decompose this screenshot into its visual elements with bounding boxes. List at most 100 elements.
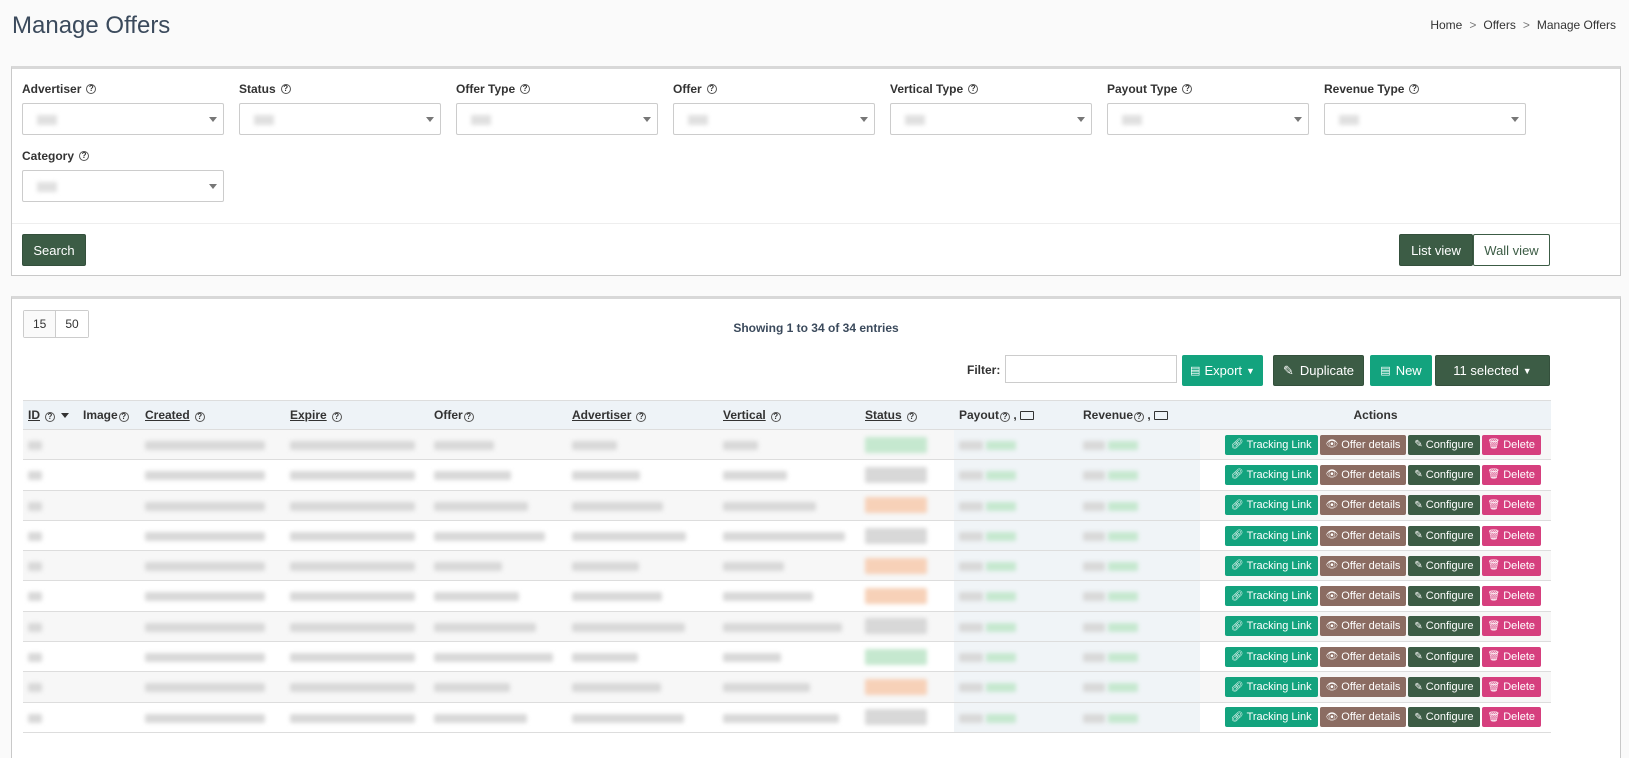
configure-button[interactable]: ✎ Configure [1408, 495, 1480, 516]
col-vertical[interactable]: Vertical? [718, 400, 860, 430]
table-row[interactable]: 🔗︎ Tracking Link 👁︎ Offer details ✎ Configure… [23, 611, 1551, 643]
delete-button[interactable]: 🗑︎ Delete [1481, 586, 1541, 607]
vertical-type-select[interactable] [890, 103, 1092, 135]
new-button[interactable]: ▤ New [1370, 355, 1432, 386]
tracking-link-button[interactable]: 🔗︎ Tracking Link [1224, 677, 1318, 698]
col-payout: Payout? , [954, 400, 1078, 430]
filter-input[interactable] [1005, 355, 1177, 383]
table-row[interactable]: 🔗︎ Tracking Link 👁︎ Offer details ✎ Configure… [23, 520, 1551, 552]
delete-button[interactable]: 🗑︎ Delete [1481, 646, 1541, 667]
help-icon[interactable]: ? [706, 84, 717, 94]
payout-type-select[interactable] [1107, 103, 1309, 135]
col-advertiser[interactable]: Advertiser? [567, 400, 718, 430]
help-icon[interactable]: ? [280, 84, 291, 94]
duplicate-button[interactable]: ✎ Duplicate [1273, 355, 1364, 386]
table-row[interactable]: 🔗︎ Tracking Link 👁︎ Offer details ✎ Configure… [23, 641, 1551, 673]
table-row[interactable]: 🔗︎ Tracking Link 👁︎ Offer details ✎ Configure… [23, 429, 1551, 461]
table-row[interactable]: 🔗︎ Tracking Link 👁︎ Offer details ✎ Configure… [23, 580, 1551, 612]
offer-details-button[interactable]: 👁︎ Offer details [1319, 464, 1407, 485]
delete-button[interactable]: 🗑︎ Delete [1481, 434, 1541, 455]
configure-button[interactable]: ✎ Configure [1408, 525, 1480, 546]
tracking-link-button[interactable]: 🔗︎ Tracking Link [1224, 495, 1318, 516]
breadcrumb-home[interactable]: Home [1430, 18, 1462, 32]
delete-button[interactable]: 🗑︎ Delete [1481, 555, 1541, 576]
help-icon[interactable]: ? [770, 412, 781, 422]
configure-button[interactable]: ✎ Configure [1408, 434, 1480, 455]
col-expire[interactable]: Expire? [285, 400, 429, 430]
tracking-link-button[interactable]: 🔗︎ Tracking Link [1224, 555, 1318, 576]
col-id[interactable]: ID? [23, 400, 78, 430]
search-button[interactable]: Search [22, 234, 86, 266]
help-icon[interactable]: ? [520, 84, 531, 94]
configure-button[interactable]: ✎ Configure [1408, 586, 1480, 607]
category-select[interactable] [22, 170, 224, 202]
offer-details-button[interactable]: 👁︎ Offer details [1319, 495, 1407, 516]
tracking-link-button[interactable]: 🔗︎ Tracking Link [1224, 616, 1318, 637]
configure-button[interactable]: ✎ Configure [1408, 707, 1480, 728]
status-select[interactable] [239, 103, 441, 135]
table-row[interactable]: 🔗︎ Tracking Link 👁︎ Offer details ✎ Configure… [23, 702, 1551, 733]
col-created[interactable]: Created? [140, 400, 285, 430]
filter-revenue-type: Revenue Type? [1324, 80, 1526, 135]
tracking-link-button[interactable]: 🔗︎ Tracking Link [1224, 586, 1318, 607]
tracking-link-button[interactable]: 🔗︎ Tracking Link [1224, 646, 1318, 667]
offer-details-button[interactable]: 👁︎ Offer details [1319, 646, 1407, 667]
col-status[interactable]: Status? [860, 400, 954, 430]
offer-type-select[interactable] [456, 103, 658, 135]
help-icon[interactable]: ? [1000, 412, 1011, 422]
caret-down-icon [1294, 117, 1302, 122]
selected-dropdown[interactable]: 11 selected ▼ [1435, 355, 1550, 386]
offer-details-button[interactable]: 👁︎ Offer details [1319, 616, 1407, 637]
list-view-button[interactable]: List view [1399, 234, 1473, 266]
configure-button[interactable]: ✎ Configure [1408, 555, 1480, 576]
edit-icon: ✎ [1414, 499, 1423, 511]
configure-button[interactable]: ✎ Configure [1408, 616, 1480, 637]
tracking-link-button[interactable]: 🔗︎ Tracking Link [1224, 464, 1318, 485]
help-icon[interactable]: ? [331, 412, 342, 422]
table-row[interactable]: 🔗︎ Tracking Link 👁︎ Offer details ✎ Configure… [23, 550, 1551, 582]
tracking-link-button[interactable]: 🔗︎ Tracking Link [1224, 707, 1318, 728]
filter-payout-type: Payout Type? [1107, 80, 1309, 135]
offer-select[interactable] [673, 103, 875, 135]
configure-button[interactable]: ✎ Configure [1408, 646, 1480, 667]
delete-button[interactable]: 🗑︎ Delete [1481, 616, 1541, 637]
help-icon[interactable]: ? [86, 84, 97, 94]
table-row[interactable]: 🔗︎ Tracking Link 👁︎ Offer details ✎ Configure… [23, 459, 1551, 491]
delete-button[interactable]: 🗑︎ Delete [1481, 464, 1541, 485]
table-row[interactable]: 🔗︎ Tracking Link 👁︎ Offer details ✎ Configure… [23, 671, 1551, 703]
help-icon[interactable]: ? [906, 412, 917, 422]
offer-details-button[interactable]: 👁︎ Offer details [1319, 555, 1407, 576]
offer-details-button[interactable]: 👁︎ Offer details [1319, 525, 1407, 546]
tracking-link-button[interactable]: 🔗︎ Tracking Link [1224, 434, 1318, 455]
breadcrumb-offers[interactable]: Offers [1483, 18, 1515, 32]
help-icon[interactable]: ? [968, 84, 979, 94]
delete-button[interactable]: 🗑︎ Delete [1481, 677, 1541, 698]
tracking-link-button[interactable]: 🔗︎ Tracking Link [1224, 525, 1318, 546]
delete-button[interactable]: 🗑︎ Delete [1481, 525, 1541, 546]
offer-details-button[interactable]: 👁︎ Offer details [1319, 434, 1407, 455]
help-icon[interactable]: ? [1134, 412, 1145, 422]
configure-button[interactable]: ✎ Configure [1408, 464, 1480, 485]
configure-button[interactable]: ✎ Configure [1408, 677, 1480, 698]
caret-down-icon [860, 117, 868, 122]
advertiser-select[interactable] [22, 103, 224, 135]
delete-button[interactable]: 🗑︎ Delete [1481, 495, 1541, 516]
help-icon[interactable]: ? [636, 412, 647, 422]
offer-details-button[interactable]: 👁︎ Offer details [1319, 586, 1407, 607]
offer-details-button[interactable]: 👁︎ Offer details [1319, 707, 1407, 728]
filter-label: Revenue Type? [1324, 80, 1526, 98]
help-icon[interactable]: ? [1409, 84, 1420, 94]
revenue-type-select[interactable] [1324, 103, 1526, 135]
help-icon[interactable]: ? [463, 412, 474, 422]
delete-button[interactable]: 🗑︎ Delete [1481, 707, 1541, 728]
offer-details-button[interactable]: 👁︎ Offer details [1319, 677, 1407, 698]
help-icon[interactable]: ? [45, 412, 55, 422]
export-button[interactable]: ▤ Export ▼ [1182, 355, 1263, 386]
filter-label: Filter: [967, 363, 1001, 377]
help-icon[interactable]: ? [118, 412, 129, 422]
help-icon[interactable]: ? [1182, 84, 1193, 94]
wall-view-button[interactable]: Wall view [1473, 234, 1550, 266]
help-icon[interactable]: ? [79, 151, 90, 161]
help-icon[interactable]: ? [194, 412, 205, 422]
table-row[interactable]: 🔗︎ Tracking Link 👁︎ Offer details ✎ Configure… [23, 490, 1551, 521]
